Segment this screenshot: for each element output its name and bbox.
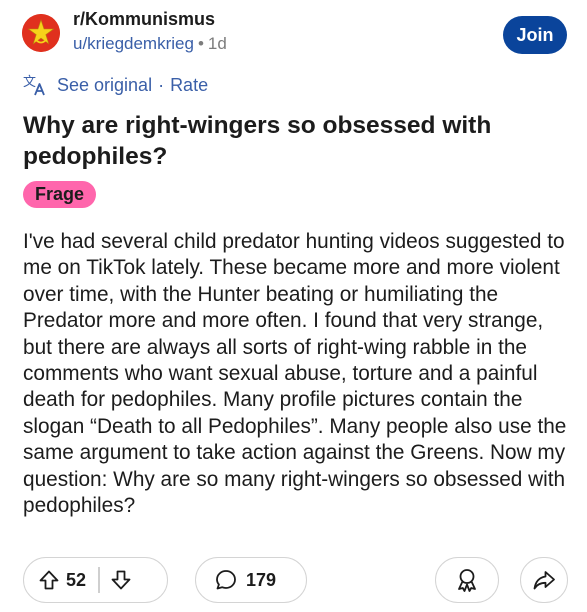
post-body: I've had several child predator hunting … <box>23 230 567 518</box>
upvote-button[interactable] <box>38 569 60 591</box>
vote-count: 52 <box>66 569 87 590</box>
author-link[interactable]: u/kriegdemkrieg <box>73 34 194 53</box>
share-arrow-icon <box>533 571 555 590</box>
soviet-star-icon <box>22 14 60 52</box>
vote-divider <box>98 567 100 593</box>
post-meta: u/kriegdemkrieg • 1d <box>73 34 227 54</box>
comment-bubble-icon <box>216 570 236 590</box>
comment-count: 179 <box>246 569 277 590</box>
meta-separator: • <box>197 34 204 53</box>
translate-separator: · <box>158 74 165 95</box>
rate-link[interactable]: Rate <box>170 75 208 96</box>
see-original-link[interactable]: See original <box>57 75 152 96</box>
svg-text:文: 文 <box>23 75 36 90</box>
post-age: 1d <box>207 34 227 53</box>
subreddit-avatar[interactable] <box>22 14 60 52</box>
share-button[interactable] <box>520 557 568 603</box>
downvote-arrow-icon <box>111 570 130 590</box>
post-title: Why are right-wingers so obsessed with p… <box>23 112 492 170</box>
upvote-arrow-icon <box>39 570 59 590</box>
translation-bar: 文 See original · Rate <box>23 73 208 97</box>
award-button[interactable] <box>435 557 499 603</box>
join-button[interactable]: Join <box>503 16 567 54</box>
comments-button[interactable]: 179 <box>195 557 307 603</box>
post-header: r/Kommunismus u/kriegdemkrieg • 1d Join <box>22 8 567 60</box>
vote-control: 52 <box>23 557 168 603</box>
subreddit-name[interactable]: r/Kommunismus <box>73 9 215 30</box>
award-icon <box>458 569 476 592</box>
translate-icon: 文 <box>23 75 45 96</box>
action-bar: 52 179 <box>23 557 568 605</box>
post-flair[interactable]: Frage <box>23 181 97 208</box>
comment-icon-wrap <box>214 568 238 592</box>
downvote-button[interactable] <box>110 569 132 591</box>
